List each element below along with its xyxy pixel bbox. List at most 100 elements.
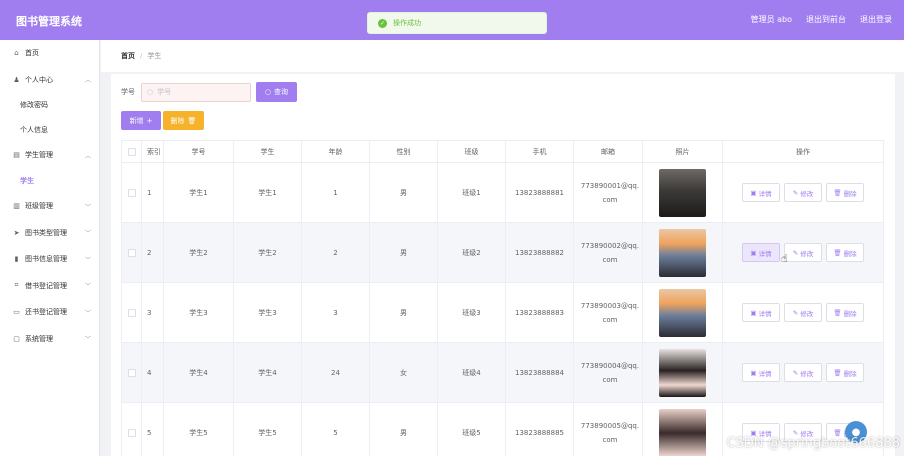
row-name: 学生5 [233, 402, 302, 456]
delete-button[interactable]: 删除 🗑 [163, 111, 204, 130]
sidebar-item-7[interactable]: ▥ 班级管理 ﹀ [0, 193, 99, 220]
row-gender: 男 [369, 222, 438, 283]
sidebar-item-3[interactable]: 修改密码 [0, 93, 99, 118]
detail-button[interactable]: ▣ 详情 [742, 303, 780, 322]
add-button[interactable]: 新增 + [121, 111, 161, 130]
row-photo-cell [642, 222, 723, 283]
chevron-down-icon: ﹀ [84, 336, 91, 344]
row-actions: ▣详情✎修改🗑删除 [722, 342, 884, 403]
row-delete-button[interactable]: 🗑删除 [826, 363, 864, 382]
detail-icon: ▣ [750, 368, 757, 377]
add-button-label: 新增 [129, 116, 144, 125]
row-delete-button[interactable]: 🗑删除 [826, 183, 864, 202]
chat-icon: ▢ [13, 334, 20, 343]
row-action-group: ▣详情✎修改🗑删除 [724, 183, 883, 202]
detail-button[interactable]: ▣ 详情 [742, 243, 780, 262]
sidebar-item-label: 借书登记管理 [25, 281, 67, 290]
column-header: 照片 [642, 140, 723, 163]
row-class: 班级1 [437, 162, 506, 223]
edit-button[interactable]: ✎ 修改 [784, 183, 822, 202]
app-title: 图书管理系统 [16, 15, 82, 28]
admin-label: 管理员 abo [750, 15, 792, 24]
sidebar-item-4[interactable]: 个人信息 [0, 118, 99, 143]
sidebar-item-5[interactable]: ▤ 学生管理 ︿ [0, 142, 99, 169]
box-icon: ▭ [13, 308, 20, 317]
row-checkbox[interactable] [127, 308, 136, 317]
row-checkbox[interactable] [127, 368, 136, 377]
row-class: 班级2 [437, 222, 506, 283]
search-input[interactable]: ○ 学号 [141, 82, 251, 102]
row-checkbox[interactable] [127, 248, 136, 257]
chevron-up-icon: ︿ [84, 152, 91, 160]
row-checkbox-cell [121, 222, 142, 283]
row-delete-button[interactable]: 🗑删除 [826, 243, 864, 262]
row-age: 5 [301, 402, 370, 456]
select-all-checkbox-cell [121, 140, 142, 163]
detail-button[interactable]: ▣ 详情 [742, 183, 780, 202]
select-all-checkbox[interactable] [127, 147, 136, 156]
content-panel: 学号 ○ 学号 ○ 查询 新增 + 删除 🗑 索引 学号 学生 年龄 性别 班级… [111, 74, 895, 456]
column-header: 手机 [505, 140, 574, 163]
toast-text: 操作成功 [393, 19, 421, 27]
column-header: 班级 [437, 140, 506, 163]
detail-icon: ▣ [750, 308, 757, 317]
row-student-no: 学生4 [163, 342, 234, 403]
search-button[interactable]: ○ 查询 [256, 82, 297, 102]
check-circle-icon: ✓ [378, 18, 387, 28]
table-row: 3 学生3 学生3 3 男班级3 13823888883 773890003@qq.com ▣… [121, 282, 884, 343]
column-header: 年龄 [301, 140, 370, 163]
chevron-down-icon: ﹀ [84, 230, 91, 238]
chevron-down-icon: ﹀ [84, 283, 91, 291]
row-name: 学生3 [233, 282, 302, 343]
logout-link[interactable]: 退出登录 [860, 14, 892, 25]
search-icon: ○ [147, 88, 154, 96]
delete-icon: 🗑 [833, 188, 842, 197]
sidebar-item-label: 首页 [25, 49, 39, 58]
edit-icon: ✎ [792, 308, 799, 317]
row-photo-cell [642, 162, 723, 223]
row-gender: 男 [369, 162, 438, 223]
chevron-down-icon: ﹀ [84, 256, 91, 264]
edit-button[interactable]: ✎ 修改 [784, 363, 822, 382]
row-delete-button[interactable]: 🗑删除 [826, 303, 864, 322]
row-checkbox[interactable] [127, 428, 136, 437]
back-to-front-link[interactable]: 退出到前台 [806, 14, 846, 25]
sidebar-item-12[interactable]: ▢ 系统管理 ﹀ [0, 326, 99, 353]
detail-button-label: 详情 [758, 369, 772, 378]
row-student-no: 学生2 [163, 222, 234, 283]
sidebar-item-2[interactable]: ♟ 个人中心 ︿ [0, 67, 99, 94]
sidebar-item-1[interactable]: ⌂ 首页 [0, 40, 99, 67]
row-student-no: 学生3 [163, 282, 234, 343]
table-row: 4 学生4 学生4 24 女班级4 13823888884 773890004@qq.com… [121, 342, 884, 403]
sidebar-item-label: 还书登记管理 [25, 308, 67, 317]
home-icon: ⌂ [14, 49, 19, 58]
row-action-group: ▣详情✎修改🗑删除 [724, 303, 883, 322]
sidebar-item-label: 班级管理 [25, 202, 53, 211]
sidebar-item-label: 个人中心 [25, 75, 53, 84]
sidebar-item-9[interactable]: ▮ 图书信息管理 ﹀ [0, 246, 99, 273]
search-row: 学号 ○ 学号 ○ 查询 [121, 82, 297, 102]
breadcrumb-current: 学生 [147, 52, 162, 60]
row-delete-button-label: 删除 [843, 249, 857, 258]
delete-icon: 🗑 [833, 368, 842, 377]
sidebar-item-11[interactable]: ▭ 还书登记管理 ﹀ [0, 299, 99, 326]
sidebar-item-6[interactable]: 学生 [0, 169, 99, 194]
sidebar-item-10[interactable]: ⌗ 借书登记管理 ﹀ [0, 273, 99, 300]
detail-button-label: 详情 [758, 309, 772, 318]
breadcrumb-home[interactable]: 首页 [121, 51, 135, 61]
success-toast: ✓ 操作成功 [367, 12, 547, 34]
row-checkbox[interactable] [127, 188, 136, 197]
detail-button[interactable]: ▣ 详情 [742, 363, 780, 382]
row-class: 班级4 [437, 342, 506, 403]
main-content: 首页 / 学生 学号 ○ 学号 ○ 查询 新增 + 删除 🗑 索引 学号 学生 … [101, 40, 904, 456]
row-actions: ▣详情✎修改🗑删除 [722, 162, 884, 223]
edit-button[interactable]: ✎ 修改 [784, 243, 822, 262]
list-icon: ▤ [13, 151, 20, 160]
edit-button[interactable]: ✎ 修改 [784, 303, 822, 322]
sidebar-item-8[interactable]: ➤ 图书类型管理 ﹀ [0, 220, 99, 247]
student-photo [659, 348, 706, 397]
row-checkbox-cell [121, 402, 142, 456]
row-photo-cell [642, 342, 723, 403]
row-actions: ▣详情✎修改🗑删除 [722, 222, 884, 283]
edit-button-label: 修改 [800, 189, 814, 198]
